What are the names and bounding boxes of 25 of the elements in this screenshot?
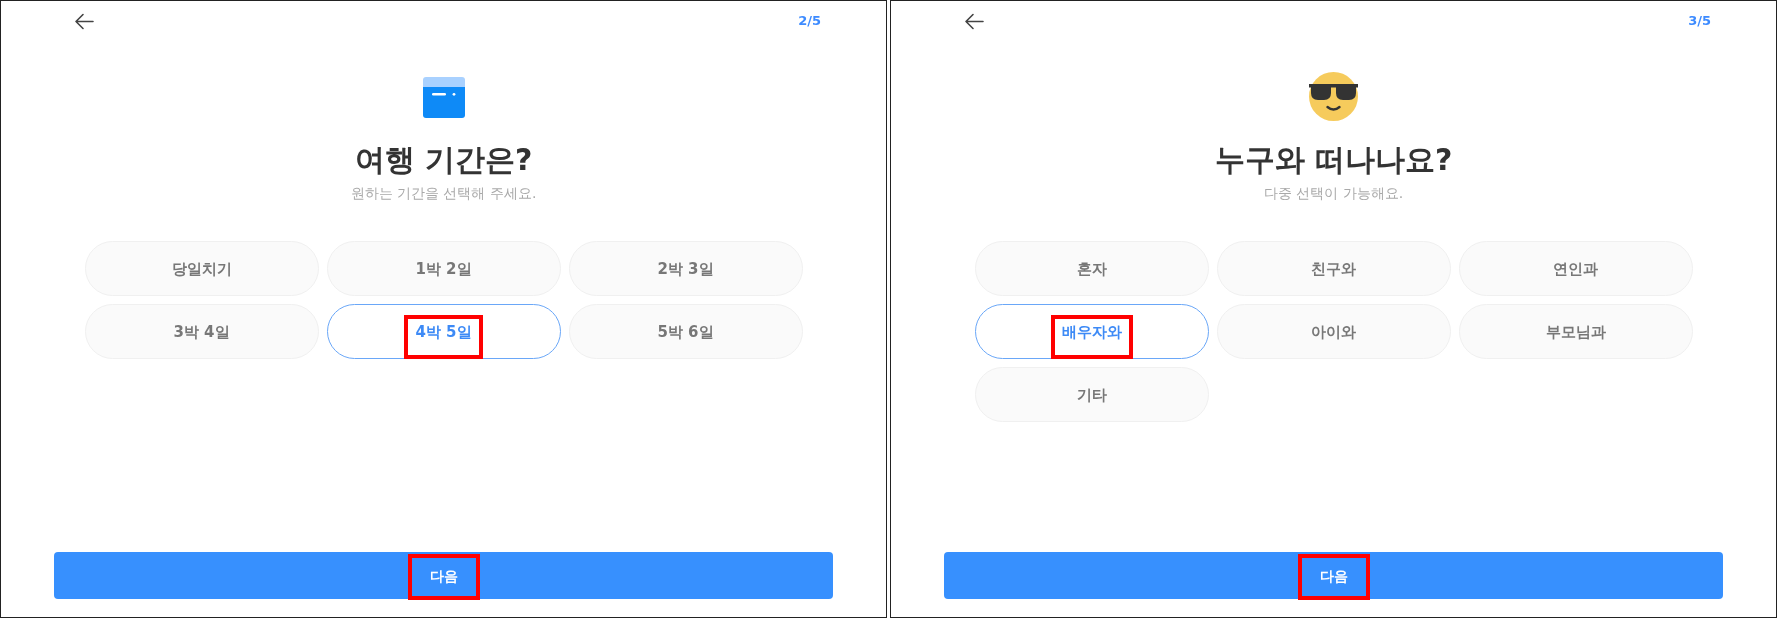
next-button[interactable]: 다음 xyxy=(54,552,833,599)
option-chip[interactable]: 연인과 xyxy=(1458,241,1693,296)
option-chip[interactable]: 당일치기 xyxy=(84,241,319,296)
option-chip[interactable]: 기타 xyxy=(974,367,1209,422)
option-chip[interactable]: 친구와 xyxy=(1216,241,1451,296)
step-counter: 3/5 xyxy=(1688,13,1711,29)
question-title: 누구와 떠나나요? xyxy=(1214,142,1453,178)
option-chip[interactable]: 5박 6일 xyxy=(568,304,803,359)
option-chip[interactable]: 1박 2일 xyxy=(326,241,561,296)
left-arrow-icon[interactable] xyxy=(964,12,984,30)
option-chip[interactable]: 혼자 xyxy=(974,241,1209,296)
question-hint: 다중 선택이 가능해요. xyxy=(1263,184,1404,203)
option-chip[interactable]: 3박 4일 xyxy=(84,304,319,359)
calendar-icon xyxy=(422,75,465,118)
step-counter: 2/5 xyxy=(798,13,821,29)
option-chip[interactable]: 2박 3일 xyxy=(568,241,803,296)
option-chip[interactable]: 배우자와 xyxy=(974,304,1209,359)
option-chip[interactable]: 부모님과 xyxy=(1458,304,1693,359)
option-chip[interactable]: 아이와 xyxy=(1216,304,1451,359)
question-hint: 원하는 기간을 선택해 주세요. xyxy=(350,184,537,203)
sunglasses-emoji-icon xyxy=(1309,72,1358,121)
next-button[interactable]: 다음 xyxy=(944,552,1723,599)
question-title: 여행 기간은? xyxy=(354,142,533,178)
option-chip[interactable]: 4박 5일 xyxy=(326,304,561,359)
left-arrow-icon[interactable] xyxy=(74,12,94,30)
